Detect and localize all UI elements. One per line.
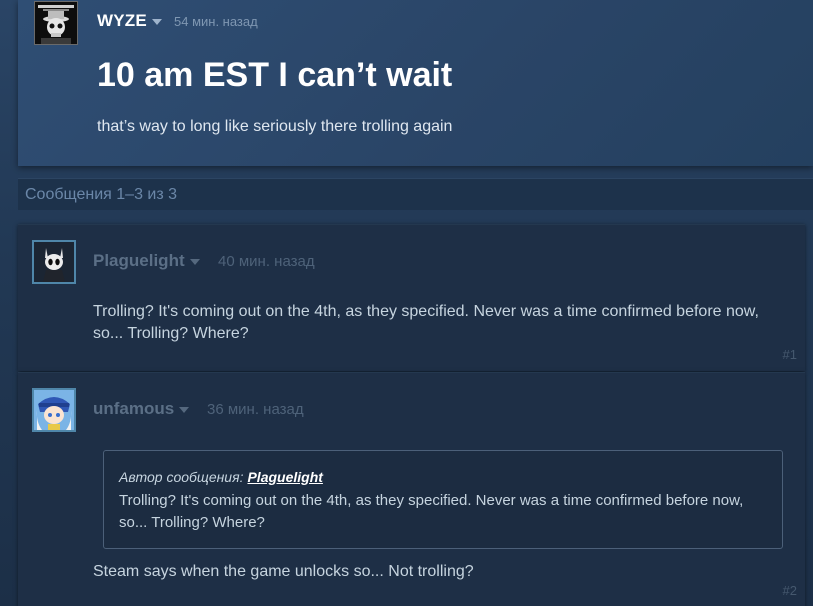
reply-author-name[interactable]: unfamous — [93, 399, 174, 418]
discussion-page: WYZE 54 мин. назад 10 am EST I can’t wai… — [0, 0, 813, 606]
chevron-down-icon[interactable] — [179, 406, 190, 413]
anime-character-avatar-icon — [34, 390, 74, 430]
op-author[interactable]: WYZE — [97, 11, 162, 31]
quote-body-text: Trolling? It's coming out on the 4th, as… — [119, 492, 744, 531]
topic-title: 10 am EST I can’t wait — [97, 56, 453, 94]
original-post: WYZE 54 мин. назад 10 am EST I can’t wai… — [18, 0, 813, 166]
reply-number-link[interactable]: #1 — [783, 347, 797, 362]
quote-block: Автор сообщения: Plaguelight Trolling? It… — [103, 450, 783, 549]
op-timestamp: 54 мин. назад — [174, 14, 258, 29]
hollow-knight-avatar-icon — [34, 242, 74, 282]
quote-prefix: Автор сообщения: — [119, 469, 244, 485]
messages-count: Сообщения 1–3 из 3 — [25, 186, 178, 203]
reply-timestamp: 40 мин. назад — [218, 253, 315, 270]
reply-body-text: Steam says when the game unlocks so... N… — [93, 563, 474, 580]
op-avatar[interactable] — [34, 1, 78, 45]
reply-author-name[interactable]: Plaguelight — [93, 251, 185, 270]
quote-author-link[interactable]: Plaguelight — [247, 469, 322, 485]
reply-number-link[interactable]: #2 — [783, 583, 797, 598]
chevron-down-icon[interactable] — [189, 258, 200, 265]
reply-post: Plaguelight 40 мин. назад Trolling? It's… — [18, 224, 805, 371]
reply-author[interactable]: unfamous — [93, 399, 190, 419]
quote-header: Автор сообщения: Plaguelight — [119, 469, 323, 485]
reply-avatar[interactable] — [32, 388, 76, 432]
reply-post: unfamous 36 мин. назад Автор сообщения: P… — [18, 372, 805, 606]
op-body-text: that’s way to long like seriously there … — [97, 118, 453, 135]
skull-hat-avatar-icon — [35, 2, 77, 44]
op-author-name[interactable]: WYZE — [97, 11, 147, 30]
reply-author[interactable]: Plaguelight — [93, 251, 200, 271]
messages-count-bar: Сообщения 1–3 из 3 — [18, 178, 813, 210]
reply-body-text: Trolling? It's coming out on the 4th, as… — [93, 303, 759, 342]
chevron-down-icon[interactable] — [151, 18, 162, 25]
reply-timestamp: 36 мин. назад — [207, 401, 304, 418]
reply-avatar[interactable] — [32, 240, 76, 284]
